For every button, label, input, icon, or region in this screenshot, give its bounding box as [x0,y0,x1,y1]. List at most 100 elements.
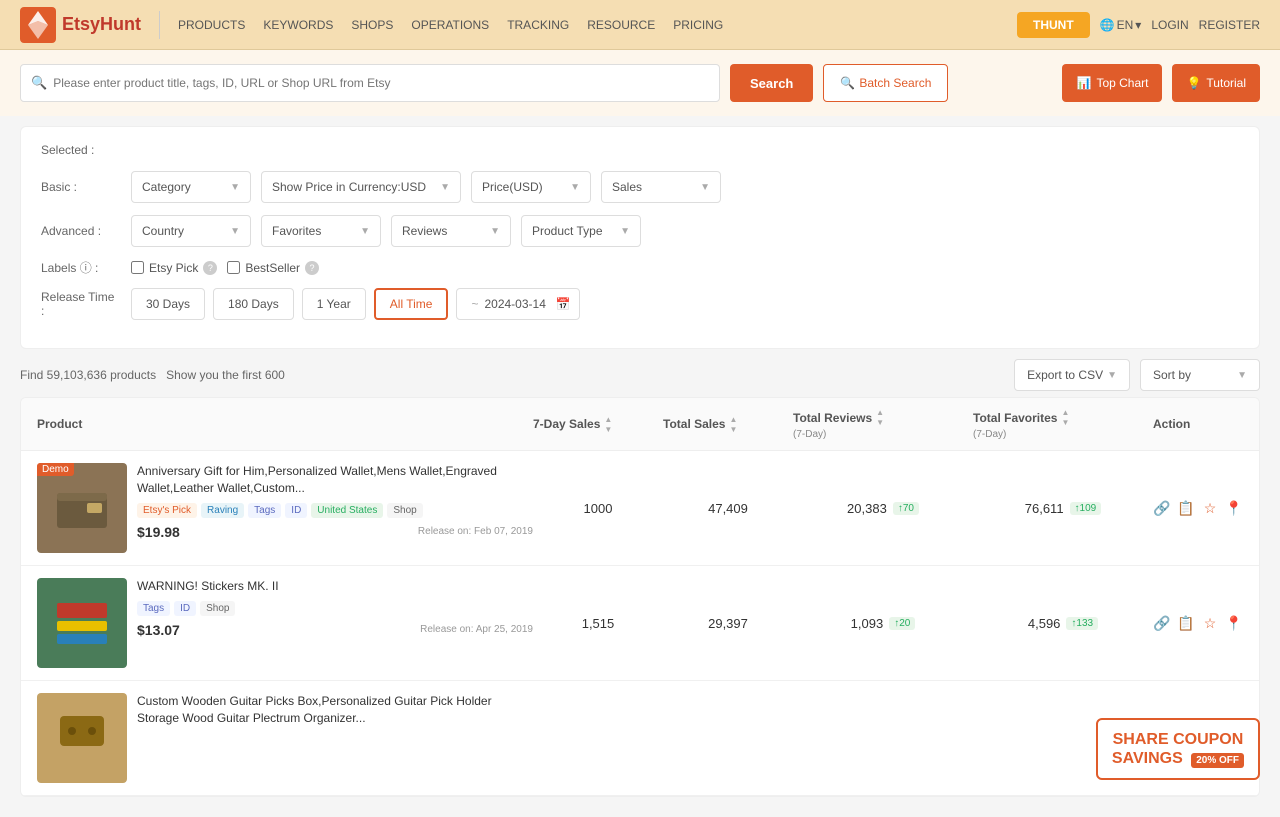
nav-item-products[interactable]: PRODUCTS [178,18,245,32]
chevron-down-icon: ▼ [620,226,630,237]
thunt-button[interactable]: THUNT [1017,12,1090,38]
product-tags-1: Etsy's Pick Raving Tags ID United States… [137,503,533,518]
tag-raving[interactable]: Raving [201,503,244,518]
chevron-down-icon: ▼ [700,182,710,193]
language-button[interactable]: 🌐 EN ▾ [1100,18,1142,32]
etsy-pick-help-icon[interactable]: ? [203,261,217,275]
release-time-row: Release Time : 30 Days 180 Days 1 Year A… [41,288,1239,320]
country-select[interactable]: Country ▼ [131,215,251,247]
product-price-1: $19.98 [137,524,180,540]
favorites-badge-1: ↑109 [1070,502,1102,515]
search-input[interactable] [53,76,709,90]
save-icon[interactable]: 📋 [1177,497,1195,519]
header: EtsyHunt PRODUCTS KEYWORDS SHOPS OPERATI… [0,0,1280,50]
bestseller-input[interactable] [227,261,240,274]
product-img-wrap-1: Demo [37,463,127,553]
link-icon[interactable]: 🔗 [1153,497,1171,519]
tag-id[interactable]: ID [285,503,307,518]
advanced-label: Advanced : [41,224,121,238]
top-chart-button[interactable]: 📊 Top Chart [1062,64,1162,102]
chevron-down-icon: ▼ [230,182,240,193]
price-select[interactable]: Price(USD) ▼ [471,171,591,203]
reviews-badge-2: ↑20 [889,617,915,630]
search-button[interactable]: Search [730,64,813,102]
nav-item-resource[interactable]: RESOURCE [587,18,655,32]
labels-row: Labels ⓘ : Etsy Pick ? BestSeller ? [41,259,1239,276]
coupon-banner[interactable]: SHARE COUPON SAVINGS 20% OFF [1096,718,1260,780]
product-table: Product 7-Day Sales ▲▼ Total Sales ▲▼ To… [20,397,1260,797]
time-all-time[interactable]: All Time [374,288,449,320]
reviews-select[interactable]: Reviews ▼ [391,215,511,247]
batch-search-icon: 🔍 [840,76,855,90]
product-title-3: Custom Wooden Guitar Picks Box,Personali… [137,693,533,727]
tag-id-2[interactable]: ID [174,601,196,616]
logo[interactable]: EtsyHunt [20,7,141,43]
time-180-days[interactable]: 180 Days [213,288,294,320]
currency-select[interactable]: Show Price in Currency:USD ▼ [261,171,461,203]
product-image-3[interactable] [37,693,127,783]
batch-search-button[interactable]: 🔍 Batch Search [823,64,948,102]
sort-by-button[interactable]: Sort by ▼ [1140,359,1260,391]
sort-arrows-total-sales: ▲▼ [729,415,737,434]
bestseller-checkbox[interactable]: BestSeller ? [227,261,319,275]
category-select[interactable]: Category ▼ [131,171,251,203]
col-total-sales[interactable]: Total Sales ▲▼ [663,415,793,434]
col-7day-sales[interactable]: 7-Day Sales ▲▼ [533,415,663,434]
chevron-down-icon: ▼ [1237,370,1247,381]
product-type-select[interactable]: Product Type ▼ [521,215,641,247]
price-release-2: $13.07 Release on: Apr 25, 2019 [137,622,533,638]
total-favorites-2: 4,596 ↑133 [973,616,1153,631]
time-30-days[interactable]: 30 Days [131,288,205,320]
chevron-down-icon: ▼ [440,182,450,193]
product-title-1: Anniversary Gift for Him,Personalized Wa… [137,463,533,497]
basic-label: Basic : [41,180,121,194]
etsy-pick-input[interactable] [131,261,144,274]
nav-item-shops[interactable]: SHOPS [351,18,393,32]
star-icon[interactable]: ☆ [1201,497,1219,519]
save-icon[interactable]: 📋 [1177,612,1195,634]
nav-item-pricing[interactable]: PRICING [673,18,723,32]
favorites-badge-2: ↑133 [1066,617,1098,630]
favorites-select[interactable]: Favorites ▼ [261,215,381,247]
nav-item-keywords[interactable]: KEYWORDS [263,18,333,32]
table-row: WARNING! Stickers MK. II Tags ID Shop $1… [21,566,1259,681]
location-icon[interactable]: 📍 [1225,612,1243,634]
register-link[interactable]: REGISTER [1199,18,1260,32]
col-action: Action [1153,417,1243,431]
export-csv-button[interactable]: Export to CSV ▼ [1014,359,1130,391]
tag-tags[interactable]: Tags [248,503,281,518]
tutorial-button[interactable]: 💡 Tutorial [1172,64,1260,102]
product-cell-1: Demo Anniversary Gift for Him,Personaliz… [37,463,533,553]
tag-shop[interactable]: Shop [387,503,422,518]
nav-item-tracking[interactable]: TRACKING [507,18,569,32]
sales-7day-2: 1,515 [533,616,663,631]
total-reviews-2: 1,093 ↑20 [793,616,973,631]
bestseller-help-icon[interactable]: ? [305,261,319,275]
price-release-1: $19.98 Release on: Feb 07, 2019 [137,524,533,540]
calendar-icon[interactable]: 📅 [556,297,571,311]
nav-item-operations[interactable]: OPERATIONS [411,18,489,32]
product-cell-3: Custom Wooden Guitar Picks Box,Personali… [37,693,533,783]
chevron-down-icon: ▼ [360,226,370,237]
product-image-1[interactable] [37,463,127,553]
login-link[interactable]: LOGIN [1151,18,1188,32]
tag-shop-2[interactable]: Shop [200,601,235,616]
product-info-3: Custom Wooden Guitar Picks Box,Personali… [137,693,533,739]
location-icon[interactable]: 📍 [1225,497,1243,519]
selected-row: Selected : [41,143,1239,157]
search-bar-container: 🔍 Search 🔍 Batch Search 📊 Top Chart 💡 Tu… [0,50,1280,116]
col-total-favorites[interactable]: Total Favorites ▲▼ (7-Day) [973,408,1153,440]
star-icon[interactable]: ☆ [1201,612,1219,634]
tag-united-states[interactable]: United States [311,503,383,518]
time-1-year[interactable]: 1 Year [302,288,366,320]
results-header: Find 59,103,636 products Show you the fi… [20,359,1260,391]
tag-etsy-pick[interactable]: Etsy's Pick [137,503,197,518]
chart-icon: 📊 [1076,76,1091,90]
link-icon[interactable]: 🔗 [1153,612,1171,634]
etsy-pick-checkbox[interactable]: Etsy Pick ? [131,261,217,275]
sales-select[interactable]: Sales ▼ [601,171,721,203]
col-total-reviews[interactable]: Total Reviews ▲▼ (7-Day) [793,408,973,440]
date-range-input[interactable]: ~ 2024-03-14 📅 [456,288,579,320]
product-image-2[interactable] [37,578,127,668]
tag-tags-2[interactable]: Tags [137,601,170,616]
